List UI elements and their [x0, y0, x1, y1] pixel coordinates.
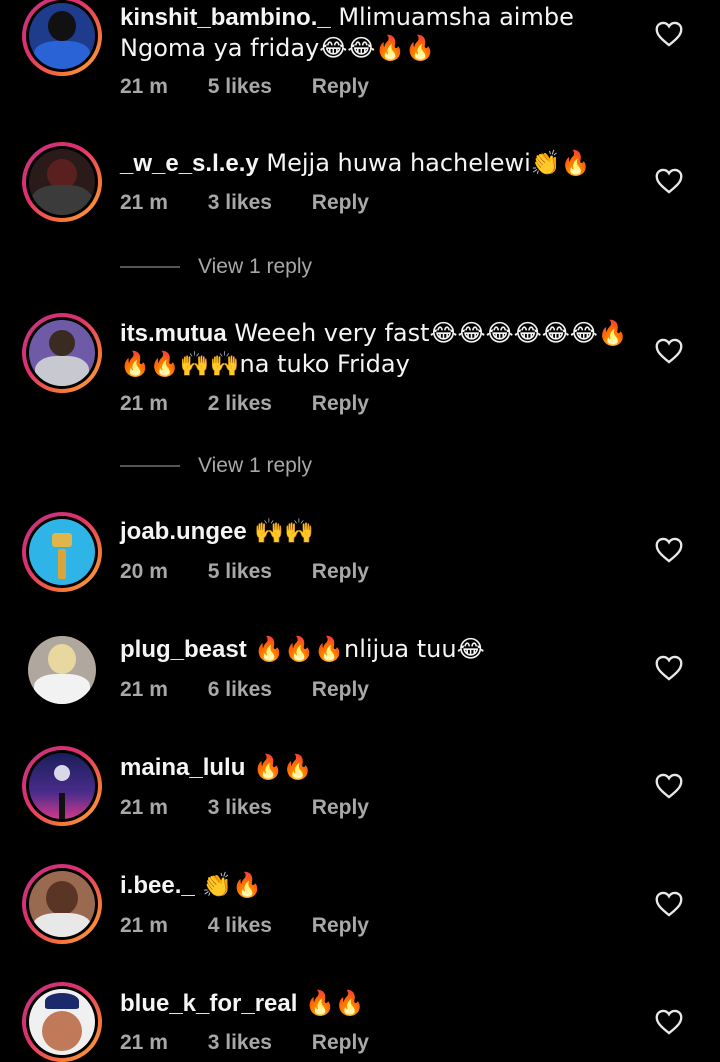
comment-likes[interactable]: 3 likes: [208, 796, 272, 819]
avatar[interactable]: [22, 864, 102, 944]
comment-text: kinshit_bambino._ Mlimuamsha aimbe Ngoma…: [120, 2, 640, 64]
comment-body: 👏🔥: [194, 871, 263, 899]
comment-likes[interactable]: 3 likes: [208, 191, 272, 214]
comment-text: _w_e_s.l.e.y Mejja huwa hachelewi👏🔥: [120, 148, 640, 179]
reply-button[interactable]: Reply: [312, 392, 369, 415]
reply-button[interactable]: Reply: [312, 191, 369, 214]
comment-body: 🔥🔥🔥nlijua tuu😂: [246, 635, 485, 663]
reply-button[interactable]: Reply: [312, 678, 369, 701]
comment-meta: 21 m 6 likes Reply: [120, 678, 403, 702]
reply-button[interactable]: Reply: [312, 914, 369, 937]
comment-meta: 21 m 3 likes Reply: [120, 1031, 403, 1055]
avatar[interactable]: [22, 746, 102, 826]
avatar[interactable]: [22, 142, 102, 222]
comment-text: joab.ungee 🙌🙌: [120, 516, 640, 547]
comment-text: i.bee._ 👏🔥: [120, 870, 640, 901]
comment-time: 21 m: [120, 392, 168, 415]
view-replies-button[interactable]: View 1 reply: [120, 454, 312, 478]
comment-time: 21 m: [120, 914, 168, 937]
avatar[interactable]: [22, 0, 102, 76]
comment-body: 🙌🙌: [246, 517, 315, 545]
reply-button[interactable]: Reply: [312, 75, 369, 98]
view-replies-label[interactable]: View 1 reply: [198, 255, 312, 278]
avatar[interactable]: [22, 982, 102, 1062]
avatar[interactable]: [22, 630, 102, 710]
view-replies-label[interactable]: View 1 reply: [198, 454, 312, 477]
comment-username[interactable]: i.bee._: [120, 872, 195, 899]
comment-time: 21 m: [120, 75, 168, 98]
comment-time: 21 m: [120, 191, 168, 214]
heart-icon[interactable]: [655, 891, 683, 917]
reply-button[interactable]: Reply: [312, 796, 369, 819]
divider: [120, 266, 180, 269]
divider: [120, 465, 180, 468]
avatar[interactable]: [22, 512, 102, 592]
heart-icon[interactable]: [655, 773, 683, 799]
heart-icon[interactable]: [655, 338, 683, 364]
comment-username[interactable]: joab.ungee: [120, 518, 247, 545]
comment-meta: 21 m 2 likes Reply: [120, 392, 403, 416]
avatar[interactable]: [22, 313, 102, 393]
comment-time: 20 m: [120, 560, 168, 583]
comment-username[interactable]: its.mutua: [120, 320, 227, 347]
heart-icon[interactable]: [655, 1009, 683, 1035]
comment-body: Mejja huwa hachelewi👏🔥: [258, 149, 591, 177]
comment-meta: 21 m 3 likes Reply: [120, 796, 403, 820]
comment-likes[interactable]: 3 likes: [208, 1031, 272, 1054]
comment-body: 🔥🔥: [245, 753, 313, 781]
comment-username[interactable]: kinshit_bambino._: [120, 4, 331, 31]
comment-text: plug_beast 🔥🔥🔥nlijua tuu😂: [120, 634, 640, 665]
heart-icon[interactable]: [655, 21, 683, 47]
reply-button[interactable]: Reply: [312, 560, 369, 583]
comment-likes[interactable]: 6 likes: [208, 678, 272, 701]
comment-likes[interactable]: 4 likes: [208, 914, 272, 937]
comment-meta: 21 m 3 likes Reply: [120, 191, 403, 215]
comment-username[interactable]: _w_e_s.l.e.y: [120, 150, 259, 177]
reply-button[interactable]: Reply: [312, 1031, 369, 1054]
comment-meta: 20 m 5 likes Reply: [120, 560, 403, 584]
comment-meta: 21 m 5 likes Reply: [120, 75, 403, 99]
comment-text: its.mutua Weeeh very fast😂😂😂😂😂😂🔥🔥🔥🙌🙌na t…: [120, 318, 640, 380]
comment-likes[interactable]: 2 likes: [208, 392, 272, 415]
comment-text: blue_k_for_real 🔥🔥: [120, 988, 640, 1019]
comment-username[interactable]: maina_lulu: [120, 754, 245, 781]
comment-likes[interactable]: 5 likes: [208, 560, 272, 583]
heart-icon[interactable]: [655, 537, 683, 563]
heart-icon[interactable]: [655, 168, 683, 194]
comment-body: 🔥🔥: [297, 989, 365, 1017]
comment-username[interactable]: plug_beast: [120, 636, 247, 663]
comment-time: 21 m: [120, 678, 168, 701]
comment-meta: 21 m 4 likes Reply: [120, 914, 403, 938]
view-replies-button[interactable]: View 1 reply: [120, 255, 312, 279]
comment-time: 21 m: [120, 1031, 168, 1054]
comment-username[interactable]: blue_k_for_real: [120, 990, 297, 1017]
heart-icon[interactable]: [655, 655, 683, 681]
comment-likes[interactable]: 5 likes: [208, 75, 272, 98]
comment-time: 21 m: [120, 796, 168, 819]
comment-text: maina_lulu 🔥🔥: [120, 752, 640, 783]
